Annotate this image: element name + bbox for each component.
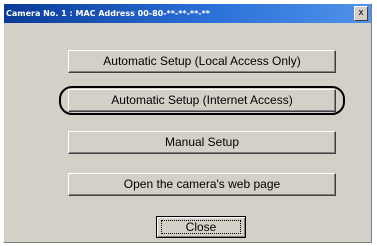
automatic-setup-internet-button[interactable]: Automatic Setup (Internet Access) [68, 89, 336, 112]
close-button[interactable]: Close [156, 216, 246, 238]
open-web-page-button[interactable]: Open the camera's web page [68, 173, 336, 196]
automatic-setup-local-button[interactable]: Automatic Setup (Local Access Only) [68, 50, 336, 73]
close-icon[interactable]: x [354, 6, 368, 21]
manual-setup-button[interactable]: Manual Setup [68, 131, 336, 154]
setup-dialog: Camera No. 1 : MAC Address 00-80-**-**-*… [3, 3, 372, 243]
window-title: Camera No. 1 : MAC Address 00-80-**-**-*… [6, 9, 210, 18]
close-button-label: Close [185, 220, 217, 234]
title-bar[interactable]: Camera No. 1 : MAC Address 00-80-**-**-*… [4, 4, 371, 23]
